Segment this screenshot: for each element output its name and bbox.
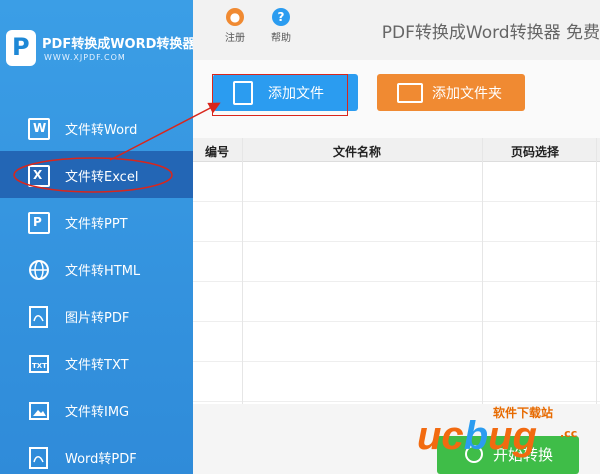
txt-icon: TXT: [29, 355, 49, 373]
column-divider: [242, 138, 243, 404]
sidebar-item-label: 文件转PPT: [65, 217, 128, 232]
sidebar-item-label: 文件转TXT: [65, 358, 129, 373]
table-row: [193, 162, 600, 202]
sidebar-item-word-to-pdf[interactable]: Word转PDF: [0, 433, 193, 474]
ppt-icon: P: [28, 212, 50, 234]
column-divider: [482, 138, 483, 404]
app-logo: PDF转换成WORD转换器 WWW.XJPDF.COM: [0, 0, 196, 102]
sidebar-item-label: 文件转Word: [65, 123, 138, 138]
app-title: PDF转换成Word转换器 免费: [381, 23, 600, 43]
excel-icon: X: [28, 165, 50, 187]
register-label: 注册: [225, 33, 245, 44]
sidebar-item-label: Word转PDF: [65, 452, 137, 467]
sidebar-item-file-to-txt[interactable]: TXT 文件转TXT: [0, 339, 193, 386]
logo-url: WWW.XJPDF.COM: [44, 53, 126, 62]
help-button[interactable]: ? 帮助: [261, 8, 301, 44]
sidebar-item-label: 文件转Excel: [65, 170, 139, 185]
word-icon: W: [28, 118, 50, 140]
annotation-highlight-box: [212, 74, 348, 116]
column-divider: [596, 138, 597, 404]
sidebar-item-image-to-pdf[interactable]: 图片转PDF: [0, 292, 193, 339]
bottom-bar: 开始转换: [193, 404, 600, 474]
app-window: PDF转换成WORD转换器 WWW.XJPDF.COM W 文件转Word X …: [0, 0, 600, 474]
sidebar-item-file-to-img[interactable]: 文件转IMG: [0, 386, 193, 433]
column-header-filename: 文件名称: [333, 145, 382, 159]
table-row: [193, 322, 600, 362]
sidebar-item-file-to-word[interactable]: W 文件转Word: [0, 104, 193, 151]
sidebar-item-label: 图片转PDF: [65, 311, 130, 326]
logo-title: PDF转换成WORD转换器: [42, 37, 196, 52]
column-header-number: 编号: [205, 145, 230, 159]
svg-text:TXT: TXT: [32, 362, 47, 370]
folder-icon: [397, 83, 423, 103]
sidebar-item-file-to-excel[interactable]: X 文件转Excel: [0, 151, 193, 198]
table-row: [193, 362, 600, 402]
start-convert-label: 开始转换: [493, 446, 554, 464]
sidebar-item-label: 文件转IMG: [65, 405, 130, 420]
add-folder-label: 添加文件夹: [432, 86, 502, 102]
sidebar-item-file-to-html[interactable]: 文件转HTML: [0, 245, 193, 292]
top-toolbar: ● 注册 ? 帮助 PDF转换成Word转换器 免费: [193, 0, 600, 60]
file-table: 编号 文件名称 页码选择: [193, 138, 600, 404]
help-icon: ?: [272, 8, 290, 26]
sidebar: PDF转换成WORD转换器 WWW.XJPDF.COM W 文件转Word X …: [0, 0, 196, 474]
sidebar-item-file-to-ppt[interactable]: P 文件转PPT: [0, 198, 193, 245]
register-button[interactable]: ● 注册: [215, 8, 255, 44]
table-row: [193, 202, 600, 242]
pdf-icon: [29, 447, 48, 469]
start-convert-button[interactable]: 开始转换: [437, 436, 579, 474]
image-icon: [29, 402, 49, 420]
table-row: [193, 282, 600, 322]
column-header-page-select: 页码选择: [511, 145, 560, 159]
refresh-icon: [465, 445, 483, 463]
add-folder-button[interactable]: 添加文件夹: [377, 74, 525, 111]
help-label: 帮助: [271, 33, 291, 44]
pdf-icon: [29, 306, 48, 328]
user-icon: ●: [226, 8, 244, 26]
table-row: [193, 242, 600, 282]
globe-icon: [29, 260, 49, 280]
logo-icon: [6, 30, 36, 66]
table-header: 编号 文件名称 页码选择: [193, 138, 600, 162]
sidebar-item-label: 文件转HTML: [65, 264, 141, 279]
